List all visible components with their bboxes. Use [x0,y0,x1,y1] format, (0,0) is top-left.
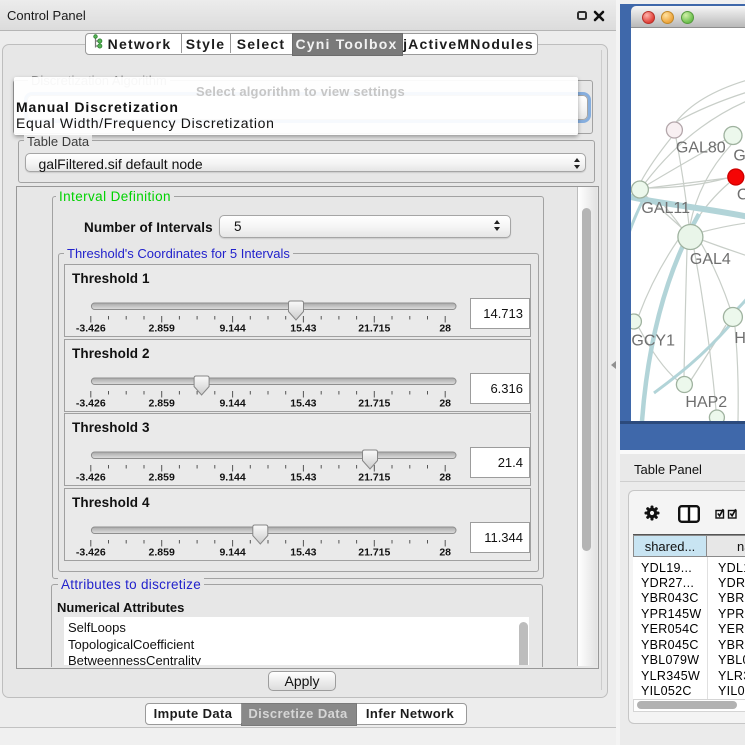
svg-text:28: 28 [439,472,451,484]
svg-text:GAL4: GAL4 [690,251,731,268]
svg-text:21.715: 21.715 [358,323,390,335]
svg-text:2.859: 2.859 [149,323,175,335]
svg-text:CD: CD [737,187,745,204]
svg-text:-3.426: -3.426 [76,547,106,559]
svg-text:9.144: 9.144 [219,323,245,335]
svg-text:28: 28 [439,547,451,559]
svg-text:21.715: 21.715 [358,472,390,484]
svg-text:GCY1: GCY1 [631,333,675,350]
svg-text:GAL11: GAL11 [641,200,690,217]
svg-text:28: 28 [439,398,451,410]
svg-text:HAP2: HAP2 [685,394,727,411]
svg-text:15.43: 15.43 [290,547,316,559]
svg-text:9.144: 9.144 [219,472,245,484]
svg-text:2.859: 2.859 [149,398,175,410]
svg-text:15.43: 15.43 [290,323,316,335]
svg-text:21.715: 21.715 [358,547,390,559]
svg-text:-3.426: -3.426 [76,323,106,335]
svg-text:-3.426: -3.426 [76,398,106,410]
svg-text:28: 28 [439,323,451,335]
svg-text:15.43: 15.43 [290,398,316,410]
svg-text:2.859: 2.859 [149,547,175,559]
svg-text:2.859: 2.859 [149,472,175,484]
svg-text:GAL80: GAL80 [676,140,726,157]
svg-text:-3.426: -3.426 [76,472,106,484]
svg-text:9.144: 9.144 [219,547,245,559]
svg-text:GA: GA [733,148,745,165]
svg-text:H: H [734,330,745,347]
svg-text:15.43: 15.43 [290,472,316,484]
svg-text:21.715: 21.715 [358,398,390,410]
svg-text:9.144: 9.144 [219,398,245,410]
